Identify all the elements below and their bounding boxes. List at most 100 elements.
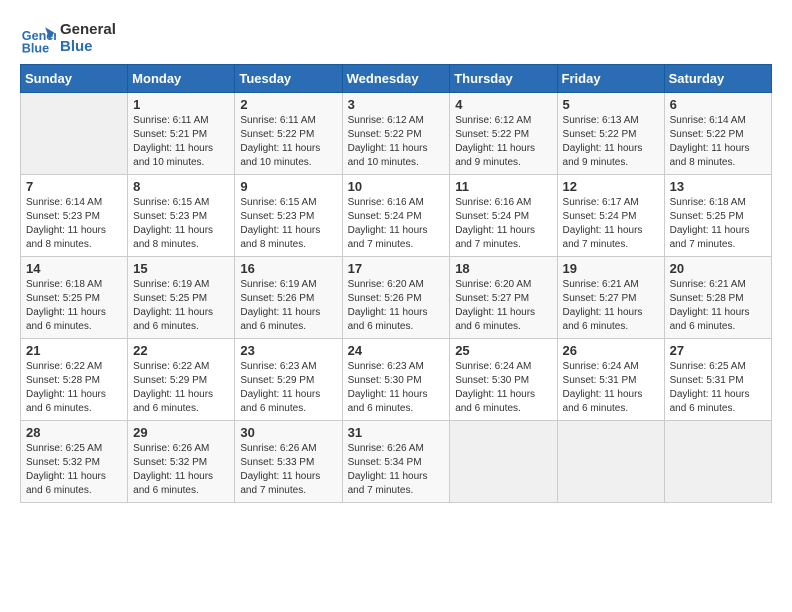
day-info: Sunrise: 6:18 AM Sunset: 5:25 PM Dayligh… xyxy=(26,278,122,334)
day-info: Sunrise: 6:11 AM Sunset: 5:22 PM Dayligh… xyxy=(240,114,336,170)
calendar-cell: 28 Sunrise: 6:25 AM Sunset: 5:32 PM Dayl… xyxy=(21,421,128,503)
calendar-cell: 30 Sunrise: 6:26 AM Sunset: 5:33 PM Dayl… xyxy=(235,421,342,503)
day-info: Sunrise: 6:23 AM Sunset: 5:30 PM Dayligh… xyxy=(348,360,445,416)
day-info: Sunrise: 6:11 AM Sunset: 5:21 PM Dayligh… xyxy=(133,114,229,170)
weekday-header: Monday xyxy=(128,65,235,93)
day-info: Sunrise: 6:22 AM Sunset: 5:28 PM Dayligh… xyxy=(26,360,122,416)
day-info: Sunrise: 6:15 AM Sunset: 5:23 PM Dayligh… xyxy=(133,196,229,252)
calendar-cell: 9 Sunrise: 6:15 AM Sunset: 5:23 PM Dayli… xyxy=(235,175,342,257)
logo-line2: Blue xyxy=(60,38,116,55)
calendar-cell: 31 Sunrise: 6:26 AM Sunset: 5:34 PM Dayl… xyxy=(342,421,450,503)
day-info: Sunrise: 6:25 AM Sunset: 5:32 PM Dayligh… xyxy=(26,442,122,498)
calendar: SundayMondayTuesdayWednesdayThursdayFrid… xyxy=(20,64,772,503)
calendar-cell: 23 Sunrise: 6:23 AM Sunset: 5:29 PM Dayl… xyxy=(235,339,342,421)
weekday-header: Thursday xyxy=(450,65,557,93)
day-info: Sunrise: 6:24 AM Sunset: 5:30 PM Dayligh… xyxy=(455,360,551,416)
day-number: 21 xyxy=(26,343,122,358)
day-info: Sunrise: 6:15 AM Sunset: 5:23 PM Dayligh… xyxy=(240,196,336,252)
day-number: 25 xyxy=(455,343,551,358)
day-info: Sunrise: 6:16 AM Sunset: 5:24 PM Dayligh… xyxy=(348,196,445,252)
calendar-cell: 24 Sunrise: 6:23 AM Sunset: 5:30 PM Dayl… xyxy=(342,339,450,421)
day-info: Sunrise: 6:20 AM Sunset: 5:27 PM Dayligh… xyxy=(455,278,551,334)
calendar-week-row: 21 Sunrise: 6:22 AM Sunset: 5:28 PM Dayl… xyxy=(21,339,772,421)
day-info: Sunrise: 6:14 AM Sunset: 5:23 PM Dayligh… xyxy=(26,196,122,252)
calendar-cell xyxy=(21,93,128,175)
day-number: 10 xyxy=(348,179,445,194)
day-info: Sunrise: 6:13 AM Sunset: 5:22 PM Dayligh… xyxy=(563,114,659,170)
calendar-cell: 6 Sunrise: 6:14 AM Sunset: 5:22 PM Dayli… xyxy=(664,93,771,175)
calendar-cell: 20 Sunrise: 6:21 AM Sunset: 5:28 PM Dayl… xyxy=(664,257,771,339)
calendar-cell: 3 Sunrise: 6:12 AM Sunset: 5:22 PM Dayli… xyxy=(342,93,450,175)
day-number: 2 xyxy=(240,97,336,112)
day-number: 3 xyxy=(348,97,445,112)
day-number: 29 xyxy=(133,425,229,440)
calendar-cell: 27 Sunrise: 6:25 AM Sunset: 5:31 PM Dayl… xyxy=(664,339,771,421)
day-number: 4 xyxy=(455,97,551,112)
day-info: Sunrise: 6:26 AM Sunset: 5:33 PM Dayligh… xyxy=(240,442,336,498)
day-number: 19 xyxy=(563,261,659,276)
svg-text:Blue: Blue xyxy=(22,41,49,55)
calendar-cell: 5 Sunrise: 6:13 AM Sunset: 5:22 PM Dayli… xyxy=(557,93,664,175)
calendar-cell: 25 Sunrise: 6:24 AM Sunset: 5:30 PM Dayl… xyxy=(450,339,557,421)
calendar-cell xyxy=(450,421,557,503)
day-info: Sunrise: 6:25 AM Sunset: 5:31 PM Dayligh… xyxy=(670,360,766,416)
day-info: Sunrise: 6:16 AM Sunset: 5:24 PM Dayligh… xyxy=(455,196,551,252)
day-number: 8 xyxy=(133,179,229,194)
calendar-cell: 16 Sunrise: 6:19 AM Sunset: 5:26 PM Dayl… xyxy=(235,257,342,339)
calendar-cell: 15 Sunrise: 6:19 AM Sunset: 5:25 PM Dayl… xyxy=(128,257,235,339)
calendar-cell: 4 Sunrise: 6:12 AM Sunset: 5:22 PM Dayli… xyxy=(450,93,557,175)
day-number: 27 xyxy=(670,343,766,358)
day-number: 30 xyxy=(240,425,336,440)
day-info: Sunrise: 6:24 AM Sunset: 5:31 PM Dayligh… xyxy=(563,360,659,416)
day-info: Sunrise: 6:21 AM Sunset: 5:28 PM Dayligh… xyxy=(670,278,766,334)
day-info: Sunrise: 6:19 AM Sunset: 5:26 PM Dayligh… xyxy=(240,278,336,334)
calendar-cell: 7 Sunrise: 6:14 AM Sunset: 5:23 PM Dayli… xyxy=(21,175,128,257)
day-number: 11 xyxy=(455,179,551,194)
day-number: 7 xyxy=(26,179,122,194)
day-number: 12 xyxy=(563,179,659,194)
day-info: Sunrise: 6:19 AM Sunset: 5:25 PM Dayligh… xyxy=(133,278,229,334)
calendar-week-row: 14 Sunrise: 6:18 AM Sunset: 5:25 PM Dayl… xyxy=(21,257,772,339)
day-number: 15 xyxy=(133,261,229,276)
day-number: 9 xyxy=(240,179,336,194)
day-info: Sunrise: 6:26 AM Sunset: 5:32 PM Dayligh… xyxy=(133,442,229,498)
calendar-cell: 26 Sunrise: 6:24 AM Sunset: 5:31 PM Dayl… xyxy=(557,339,664,421)
day-number: 1 xyxy=(133,97,229,112)
day-info: Sunrise: 6:26 AM Sunset: 5:34 PM Dayligh… xyxy=(348,442,445,498)
day-number: 28 xyxy=(26,425,122,440)
day-number: 6 xyxy=(670,97,766,112)
logo-icon: General Blue xyxy=(20,20,56,56)
calendar-cell: 14 Sunrise: 6:18 AM Sunset: 5:25 PM Dayl… xyxy=(21,257,128,339)
calendar-cell: 13 Sunrise: 6:18 AM Sunset: 5:25 PM Dayl… xyxy=(664,175,771,257)
day-number: 17 xyxy=(348,261,445,276)
calendar-cell: 12 Sunrise: 6:17 AM Sunset: 5:24 PM Dayl… xyxy=(557,175,664,257)
calendar-cell xyxy=(557,421,664,503)
day-info: Sunrise: 6:14 AM Sunset: 5:22 PM Dayligh… xyxy=(670,114,766,170)
calendar-week-row: 1 Sunrise: 6:11 AM Sunset: 5:21 PM Dayli… xyxy=(21,93,772,175)
day-info: Sunrise: 6:17 AM Sunset: 5:24 PM Dayligh… xyxy=(563,196,659,252)
calendar-week-row: 7 Sunrise: 6:14 AM Sunset: 5:23 PM Dayli… xyxy=(21,175,772,257)
calendar-cell: 2 Sunrise: 6:11 AM Sunset: 5:22 PM Dayli… xyxy=(235,93,342,175)
day-info: Sunrise: 6:21 AM Sunset: 5:27 PM Dayligh… xyxy=(563,278,659,334)
day-info: Sunrise: 6:12 AM Sunset: 5:22 PM Dayligh… xyxy=(455,114,551,170)
logo-line1: General xyxy=(60,21,116,38)
weekday-header: Tuesday xyxy=(235,65,342,93)
day-number: 31 xyxy=(348,425,445,440)
day-number: 23 xyxy=(240,343,336,358)
day-number: 22 xyxy=(133,343,229,358)
day-info: Sunrise: 6:22 AM Sunset: 5:29 PM Dayligh… xyxy=(133,360,229,416)
day-number: 5 xyxy=(563,97,659,112)
calendar-cell: 8 Sunrise: 6:15 AM Sunset: 5:23 PM Dayli… xyxy=(128,175,235,257)
day-number: 18 xyxy=(455,261,551,276)
weekday-header-row: SundayMondayTuesdayWednesdayThursdayFrid… xyxy=(21,65,772,93)
day-number: 20 xyxy=(670,261,766,276)
calendar-week-row: 28 Sunrise: 6:25 AM Sunset: 5:32 PM Dayl… xyxy=(21,421,772,503)
day-number: 13 xyxy=(670,179,766,194)
calendar-cell: 1 Sunrise: 6:11 AM Sunset: 5:21 PM Dayli… xyxy=(128,93,235,175)
day-number: 16 xyxy=(240,261,336,276)
weekday-header: Wednesday xyxy=(342,65,450,93)
day-number: 24 xyxy=(348,343,445,358)
logo: General Blue General Blue xyxy=(20,20,116,56)
calendar-cell: 21 Sunrise: 6:22 AM Sunset: 5:28 PM Dayl… xyxy=(21,339,128,421)
weekday-header: Sunday xyxy=(21,65,128,93)
